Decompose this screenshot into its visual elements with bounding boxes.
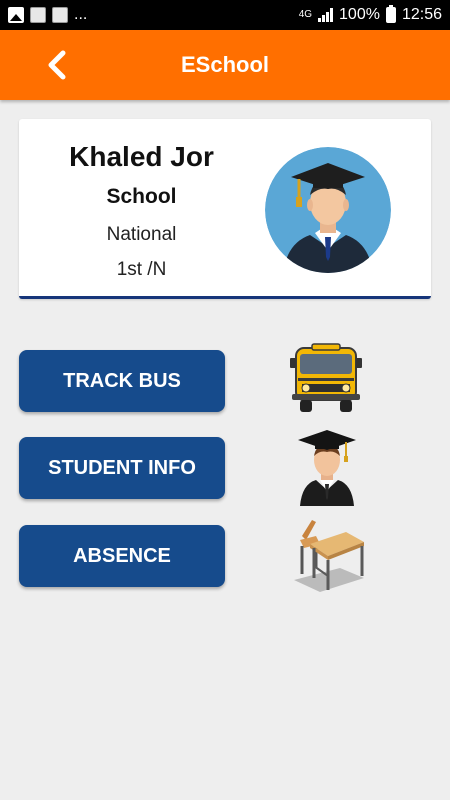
- app-notification-icon-2: [52, 7, 68, 23]
- more-notifications-indicator: ...: [74, 6, 88, 23]
- image-notification-icon: [8, 7, 24, 23]
- chevron-left-icon: [48, 50, 66, 80]
- notification-area: ...: [8, 6, 299, 24]
- back-button[interactable]: [40, 48, 74, 82]
- student-grade: 1st /N: [116, 259, 167, 280]
- absence-button[interactable]: ABSENCE: [19, 525, 225, 587]
- status-bar: ... 4G 100% 12:56: [0, 0, 450, 30]
- signal-icon: [318, 8, 334, 22]
- battery-percent: 100%: [339, 6, 380, 23]
- school-name: School: [106, 185, 177, 208]
- graduate-avatar-icon: [265, 147, 391, 273]
- student-info-button[interactable]: STUDENT INFO: [19, 437, 225, 499]
- track-bus-button[interactable]: TRACK BUS: [19, 350, 225, 412]
- graduate-icon: [294, 428, 360, 513]
- profile-details: Khaled Jor School National 1st /N: [19, 119, 264, 299]
- battery-icon: [385, 5, 396, 23]
- network-type: 4G: [298, 9, 313, 20]
- student-name: Khaled Jor: [69, 141, 214, 172]
- system-status: 4G 100% 12:56: [298, 5, 442, 24]
- page-title: ESchool: [180, 52, 269, 77]
- school-desk-icon: [290, 518, 368, 601]
- app-bar: ESchool: [0, 30, 450, 100]
- app-notification-icon: [30, 7, 46, 23]
- profile-card: Khaled Jor School National 1st /N: [19, 119, 431, 299]
- school-bus-icon: [290, 342, 366, 421]
- school-type: National: [106, 224, 177, 245]
- clock: 12:56: [401, 6, 442, 23]
